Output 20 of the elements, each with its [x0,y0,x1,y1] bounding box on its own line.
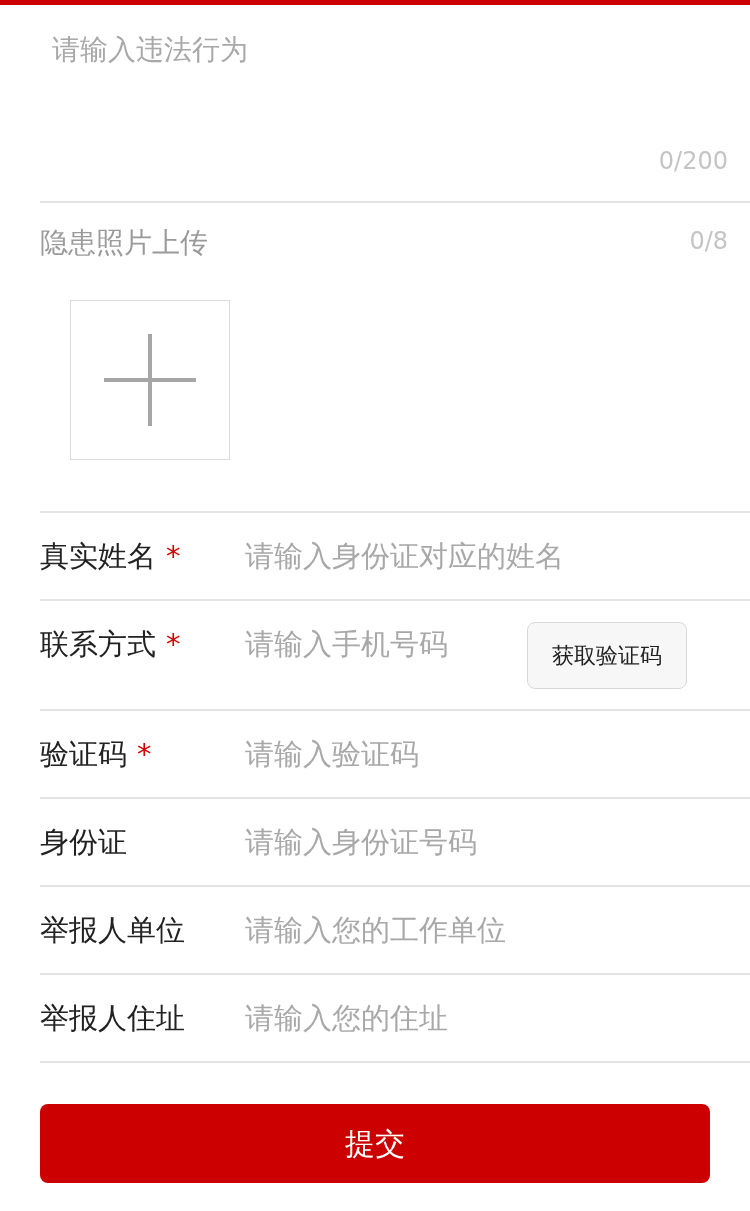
field-label: 举报人住址 [40,1000,186,1037]
plus-icon [104,334,196,426]
photo-upload-label: 隐患照片上传 [40,225,208,261]
violation-textarea[interactable]: 请输入违法行为 [40,29,730,141]
input-field[interactable]: 请输入身份证号码 [245,821,725,863]
character-counter: 0/200 [658,147,728,175]
field-label: 举报人单位 [40,912,186,949]
input-field[interactable]: 请输入手机号码 [245,623,515,665]
field-label: 验证码 * [40,736,153,773]
input-field[interactable]: 请输入您的工作单位 [245,909,725,951]
add-photo-button[interactable] [70,300,230,460]
field-label: 真实姓名 * [40,538,182,575]
get-code-button[interactable]: 获取验证码 [527,622,687,689]
field-label: 身份证 [40,824,128,861]
photo-counter: 0/8 [689,226,729,257]
input-field[interactable]: 请输入身份证对应的姓名 [245,535,725,577]
input-field[interactable]: 请输入您的住址 [245,997,725,1039]
input-field[interactable]: 请输入验证码 [245,733,725,775]
field-label: 联系方式 * [40,626,182,663]
submit-button[interactable]: 提交 [40,1104,710,1183]
